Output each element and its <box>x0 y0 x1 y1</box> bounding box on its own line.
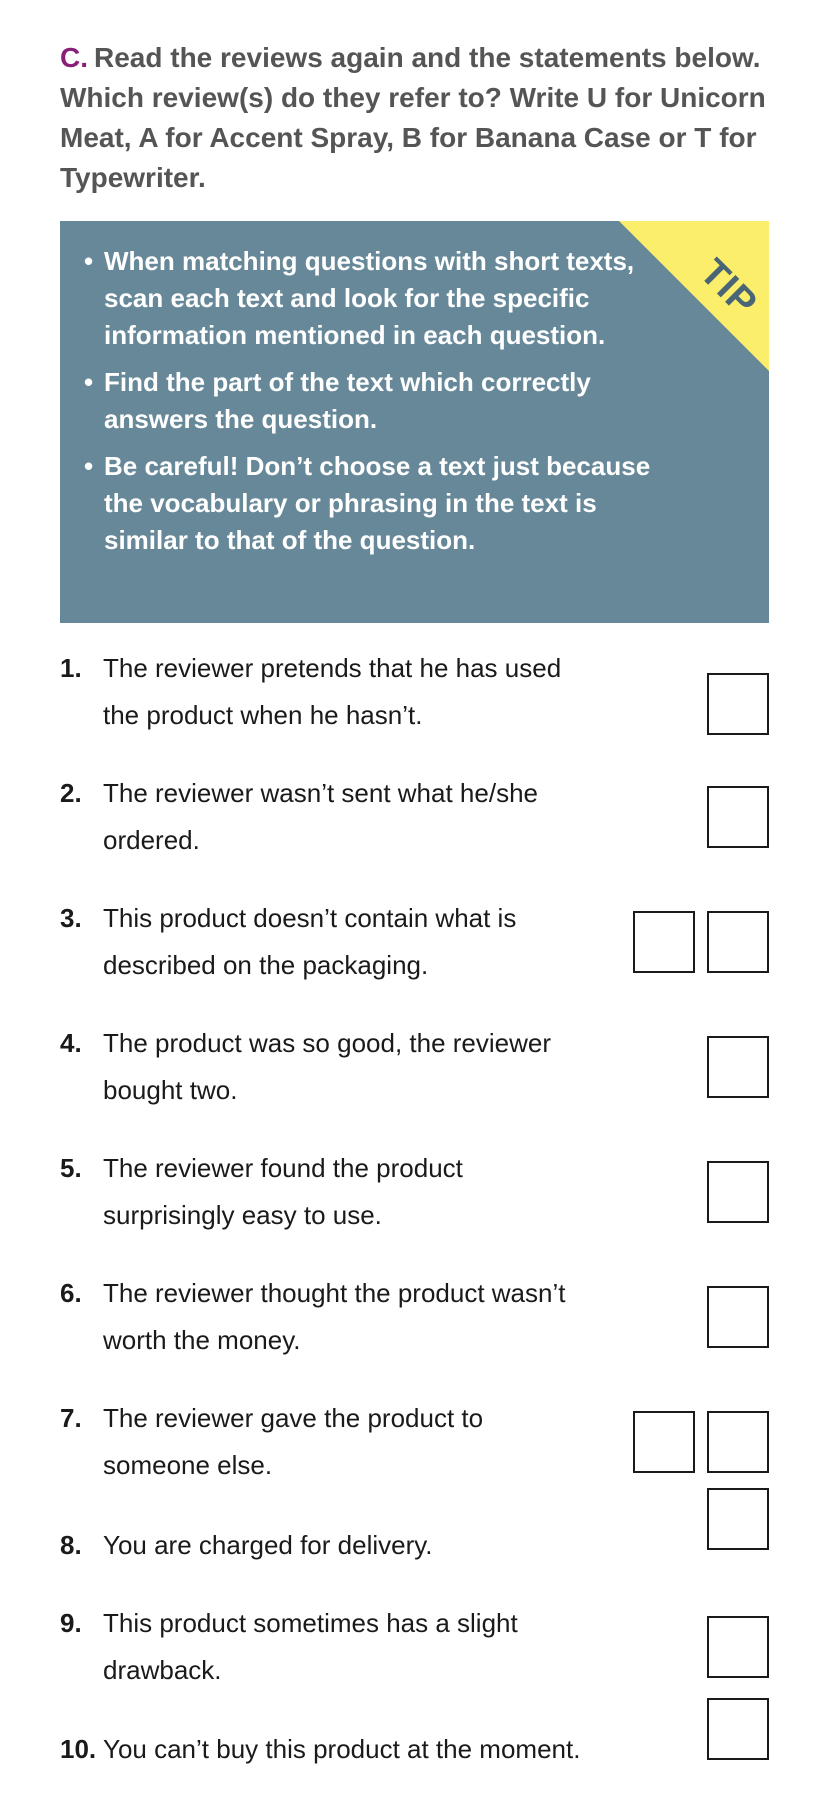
question-number: 10. <box>60 1734 97 1764</box>
answer-box[interactable] <box>633 911 695 973</box>
question-number: 7. <box>60 1403 82 1433</box>
question-number: 5. <box>60 1153 82 1183</box>
question-text-line: This product sometimes has a slight <box>103 1608 518 1638</box>
question-text-line: bought two. <box>103 1075 238 1105</box>
question-text-line: drawback. <box>103 1655 222 1685</box>
question-text: The reviewer found the product surprisin… <box>103 1145 463 1239</box>
question-text-line: You are charged for delivery. <box>103 1530 433 1560</box>
question-text-line: The reviewer gave the product to <box>103 1403 484 1433</box>
question-text-line: The product was so good, the reviewer <box>103 1028 552 1058</box>
question-text: The reviewer thought the product wasn’t … <box>103 1270 565 1364</box>
tip-list: • When matching questions with short text… <box>84 243 654 569</box>
instructions-text: Read the reviews again and the statement… <box>60 42 766 193</box>
question-number: 6. <box>60 1278 82 1308</box>
answer-box[interactable] <box>707 911 769 973</box>
answer-box[interactable] <box>707 1036 769 1098</box>
answer-box[interactable] <box>707 1616 769 1678</box>
tip-item: • When matching questions with short text… <box>84 243 654 354</box>
question-number: 2. <box>60 778 82 808</box>
section-letter: C. <box>60 42 88 73</box>
tip-item-text: Be careful! Don’t choose a text just bec… <box>104 451 651 555</box>
question-text-line: The reviewer pretends that he has used <box>103 653 562 683</box>
question-text-line: described on the packaging. <box>103 950 429 980</box>
question-text-line: surprisingly easy to use. <box>103 1200 382 1230</box>
question-number: 1. <box>60 653 82 683</box>
answer-box[interactable] <box>707 1698 769 1760</box>
question-text: The reviewer wasn’t sent what he/she ord… <box>103 770 538 864</box>
question-number: 9. <box>60 1608 82 1638</box>
question-text: The product was so good, the reviewer bo… <box>103 1020 551 1114</box>
answer-box[interactable] <box>707 673 769 735</box>
question-number: 3. <box>60 903 82 933</box>
question-number: 8. <box>60 1530 82 1560</box>
tip-item-text: When matching questions with short texts… <box>104 246 635 350</box>
question-text-line: worth the money. <box>103 1325 301 1355</box>
answer-box[interactable] <box>707 786 769 848</box>
question-text: The reviewer pretends that he has used t… <box>103 645 561 739</box>
tip-item: • Find the part of the text which correct… <box>84 364 654 438</box>
question-text: This product sometimes has a slight draw… <box>103 1600 518 1694</box>
question-text: This product doesn’t contain what is des… <box>103 895 516 989</box>
answer-box[interactable] <box>707 1488 769 1550</box>
question-number: 4. <box>60 1028 82 1058</box>
tip-item-text: Find the part of the text which correctl… <box>104 367 591 434</box>
bullet-icon: • <box>84 246 94 276</box>
exercise-instructions: C. Read the reviews again and the stateme… <box>60 38 780 198</box>
tip-item: • Be careful! Don’t choose a text just be… <box>84 448 654 559</box>
bullet-icon: • <box>84 367 94 397</box>
exercise-page: C. Read the reviews again and the stateme… <box>0 0 825 1820</box>
answer-box[interactable] <box>633 1411 695 1473</box>
answer-box[interactable] <box>707 1286 769 1348</box>
question-text-line: The reviewer wasn’t sent what he/she <box>103 778 538 808</box>
question-text-line: someone else. <box>103 1450 273 1480</box>
tip-box: TIP • When matching questions with short … <box>60 221 769 623</box>
question-text-line: The reviewer thought the product wasn’t <box>103 1278 566 1308</box>
question-text-line: the product when he hasn’t. <box>103 700 423 730</box>
question-text-line: You can’t buy this product at the moment… <box>103 1734 581 1764</box>
question-text-line: ordered. <box>103 825 200 855</box>
question-text: The reviewer gave the product to someone… <box>103 1395 483 1489</box>
question-text-line: The reviewer found the product <box>103 1153 463 1183</box>
question-text-line: This product doesn’t contain what is <box>103 903 517 933</box>
question-text: You are charged for delivery. <box>103 1522 433 1569</box>
question-text: You can’t buy this product at the moment… <box>103 1726 580 1773</box>
bullet-icon: • <box>84 451 94 481</box>
answer-box[interactable] <box>707 1161 769 1223</box>
answer-box[interactable] <box>707 1411 769 1473</box>
